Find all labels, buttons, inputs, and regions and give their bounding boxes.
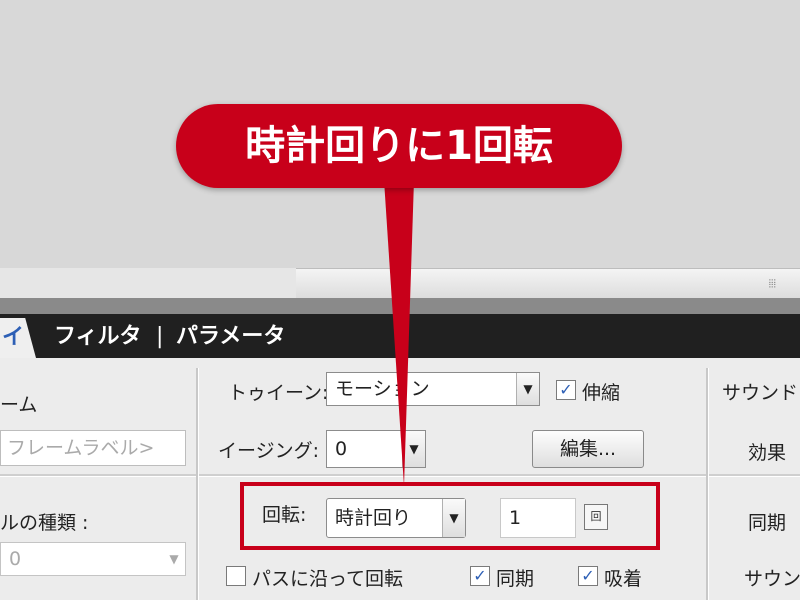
callout-pointer: [384, 180, 414, 486]
callout-bubble: 時計回りに1回転: [176, 104, 622, 188]
